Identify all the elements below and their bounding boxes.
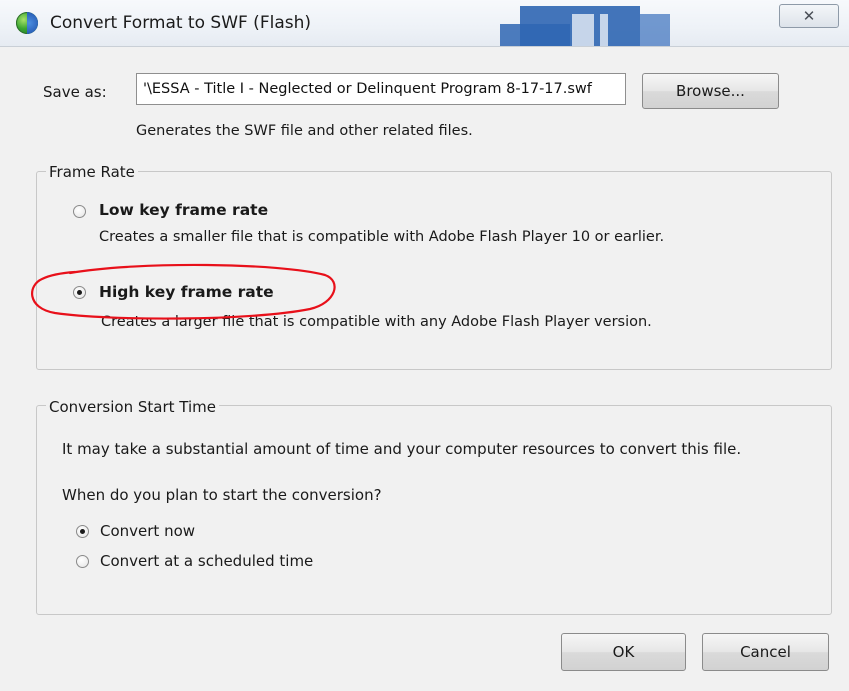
browse-button[interactable]: Browse... (642, 73, 779, 109)
convert-now-radio[interactable] (76, 525, 89, 538)
save-as-input[interactable]: '\ESSA - Title I - Neglected or Delinque… (136, 73, 626, 105)
save-as-label: Save as: (43, 83, 107, 101)
ok-button[interactable]: OK (561, 633, 686, 671)
conversion-start-group (36, 405, 832, 615)
convert-dialog: Convert Format to SWF (Flash) ✕ Save as:… (0, 0, 849, 691)
dialog-body: Save as: '\ESSA - Title I - Neglected or… (0, 46, 849, 691)
title-bar-decoration (500, 6, 670, 46)
window-title: Convert Format to SWF (Flash) (50, 13, 312, 33)
title-bar[interactable]: Convert Format to SWF (Flash) ✕ (0, 0, 849, 46)
convert-scheduled-radio[interactable] (76, 555, 89, 568)
conversion-start-legend: Conversion Start Time (46, 398, 219, 416)
close-button[interactable]: ✕ (779, 4, 839, 28)
cancel-button[interactable]: Cancel (702, 633, 829, 671)
frame-rate-legend: Frame Rate (46, 163, 138, 181)
conversion-question: When do you plan to start the conversion… (62, 486, 382, 504)
convert-scheduled-label[interactable]: Convert at a scheduled time (100, 552, 313, 570)
app-icon (16, 12, 38, 34)
low-frame-rate-label[interactable]: Low key frame rate (99, 201, 268, 219)
low-frame-rate-description: Creates a smaller file that is compatibl… (99, 229, 665, 245)
save-hint: Generates the SWF file and other related… (136, 123, 473, 139)
conversion-note: It may take a substantial amount of time… (62, 440, 742, 458)
close-icon: ✕ (802, 7, 816, 25)
red-annotation-circle (31, 263, 336, 320)
low-frame-rate-radio[interactable] (73, 205, 86, 218)
convert-now-label[interactable]: Convert now (100, 522, 195, 540)
